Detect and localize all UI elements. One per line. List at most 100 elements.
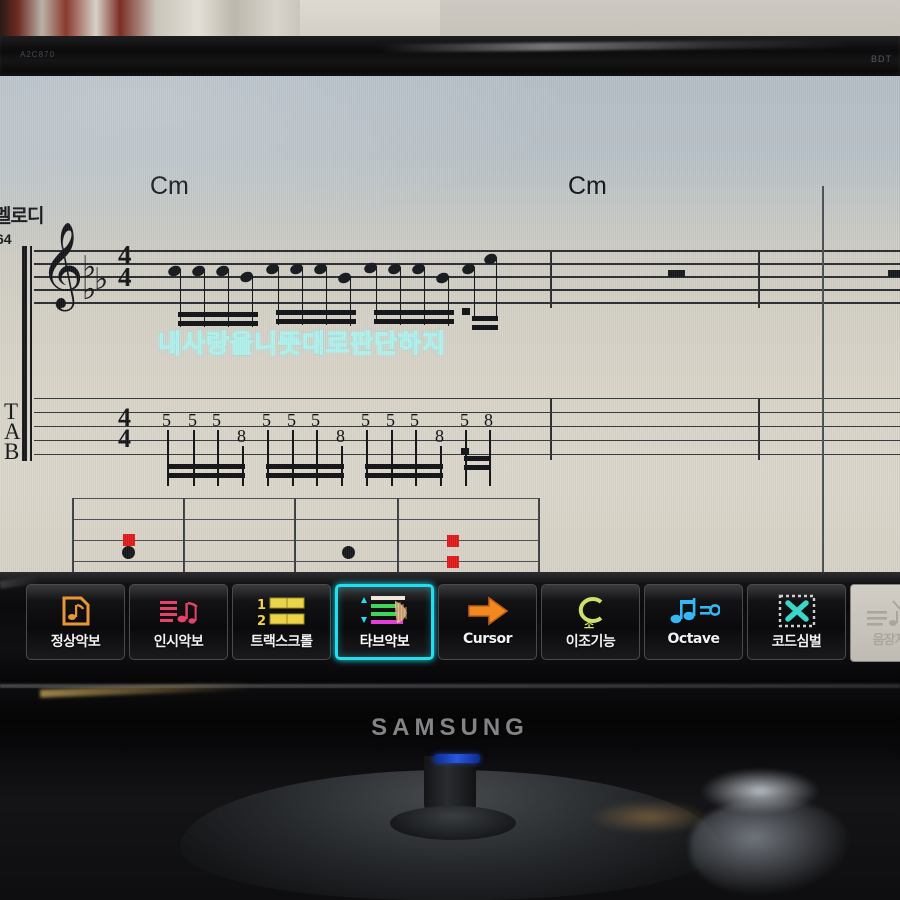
tab-score-icon [357, 591, 413, 631]
toolbar-button-transpose[interactable]: 조 이조기능 [541, 584, 640, 660]
toolbar-button-label: 인시악보 [153, 634, 204, 650]
toolbar-button-lyric-score[interactable]: 인시악보 [129, 584, 228, 660]
tab-stem [167, 430, 169, 486]
barline [550, 250, 552, 308]
tab-number[interactable]: 5 [212, 410, 221, 431]
toolbar-button-normal-score[interactable]: 정상악보 [26, 584, 125, 660]
tab-number[interactable]: 5 [162, 410, 171, 431]
chord-symbol[interactable]: Cm [568, 172, 607, 201]
melody-staff [34, 250, 900, 308]
octave-note-icon [668, 591, 720, 631]
tab-letter: B [4, 439, 20, 464]
monitor-screen: 멜로디 64 Cm Cm 𝄞 ♭ ♭ ♭ 4 4 [0, 76, 900, 572]
tab-number[interactable]: 5 [361, 410, 370, 431]
tab-beam [167, 473, 245, 478]
treble-clef-icon: 𝄞 [40, 222, 84, 308]
toolbar-button-voice-setting[interactable]: 음장지 [850, 584, 900, 662]
beam [472, 316, 498, 321]
note-stem [179, 269, 182, 327]
chord-symbol-x-icon [778, 591, 816, 631]
tab-rest [461, 448, 469, 455]
whole-rest [888, 270, 900, 277]
beam [276, 319, 356, 324]
tab-number[interactable]: 5 [460, 410, 469, 431]
track-label: 멜로디 [0, 205, 44, 227]
lyric-score-icon [158, 591, 200, 631]
chord-symbol[interactable]: Cm [150, 172, 189, 201]
note-stem [277, 267, 280, 325]
toolbar-button-octave[interactable]: Octave [644, 584, 743, 660]
note-stem [227, 269, 230, 327]
fret-marker-square [447, 535, 459, 547]
note-stem [375, 266, 378, 324]
time-signature: 4 4 [118, 240, 132, 293]
tab-beam [365, 464, 443, 469]
barline [758, 250, 760, 308]
tab-beam [167, 464, 245, 469]
fret-marker-square [447, 556, 459, 568]
tab-number[interactable]: 5 [311, 410, 320, 431]
tab-number[interactable]: 8 [435, 426, 444, 447]
tab-number[interactable]: 5 [262, 410, 271, 431]
toolbar-button-chord-symbol[interactable]: 코드심벌 [747, 584, 846, 660]
tab-number[interactable]: 8 [336, 426, 345, 447]
tempo-label: 64 [0, 231, 12, 247]
tab-beam [365, 473, 443, 478]
tab-beam [464, 465, 490, 470]
toolbar-button-tab-score[interactable]: 타브악보 [335, 584, 434, 660]
tab-number[interactable]: 5 [410, 410, 419, 431]
tab-stem [316, 430, 318, 486]
fret-marker-square [123, 534, 135, 546]
track-scroll-icon: 1 2 [257, 591, 307, 631]
tab-stem [415, 430, 417, 486]
toolbar-button-label: Cursor [462, 631, 513, 647]
tab-number[interactable]: 8 [484, 410, 493, 431]
beam [374, 319, 454, 324]
toolbar-button-label: 이조기능 [565, 634, 616, 650]
tab-number[interactable]: 5 [386, 410, 395, 431]
beam [276, 310, 356, 315]
tab-beam [266, 473, 344, 478]
transpose-c-icon: 조 [571, 591, 611, 631]
monitor-stand-accent [434, 754, 480, 763]
tab-time-signature: 4 4 [118, 403, 131, 454]
voice-setting-icon [867, 599, 900, 626]
toolbar-button-label: 트랙스크롤 [250, 634, 313, 650]
tab-number[interactable]: 8 [237, 426, 246, 447]
note-stem [399, 267, 402, 325]
tab-stem [366, 430, 368, 486]
monitor-brand-logo: SAMSUNG [371, 714, 529, 741]
tab-number[interactable]: 5 [188, 410, 197, 431]
note-stem [251, 275, 254, 327]
photo-scene: A2C870 BDT 멜로디 64 Cm Cm 𝄞 ♭ ♭ ♭ 4 4 [0, 0, 900, 900]
note-stem [301, 267, 304, 325]
toolbar-button-label: 음장지 [872, 631, 900, 647]
playback-cursor-line[interactable] [822, 186, 824, 572]
tab-stem [292, 430, 294, 486]
note-stem [495, 257, 498, 317]
score-document-icon [59, 591, 93, 631]
fret-marker-dot [342, 546, 355, 559]
bezel-label-right: BDT [871, 54, 892, 64]
svg-text:조: 조 [584, 618, 594, 630]
toolbar-button-track-scroll[interactable]: 1 2 트랙스크롤 [232, 584, 331, 660]
note-stem [203, 269, 206, 327]
bezel-label-left: A2C870 [20, 50, 55, 59]
monitor-stand-base [390, 806, 516, 840]
svg-text:2: 2 [257, 614, 266, 628]
bookshelf [0, 0, 300, 40]
system-brace [22, 246, 27, 461]
toolbar: 정상악보 인시악보 1 2 트랙스크롤 타브악보 Cursor 조 이조기능 O… [26, 584, 900, 662]
toolbar-button-cursor[interactable]: Cursor [438, 584, 537, 660]
tab-number[interactable]: 5 [287, 410, 296, 431]
whole-rest [668, 270, 685, 277]
tab-beam [464, 456, 490, 461]
beam [178, 321, 258, 326]
tab-stem [267, 430, 269, 486]
fret-marker-dot [122, 546, 135, 559]
fretboard-diagram[interactable] [72, 498, 540, 572]
note-stem [325, 267, 328, 325]
tab-stem [217, 430, 219, 486]
note-stem [423, 267, 426, 325]
toolbar-button-label: 코드심벌 [771, 634, 822, 650]
